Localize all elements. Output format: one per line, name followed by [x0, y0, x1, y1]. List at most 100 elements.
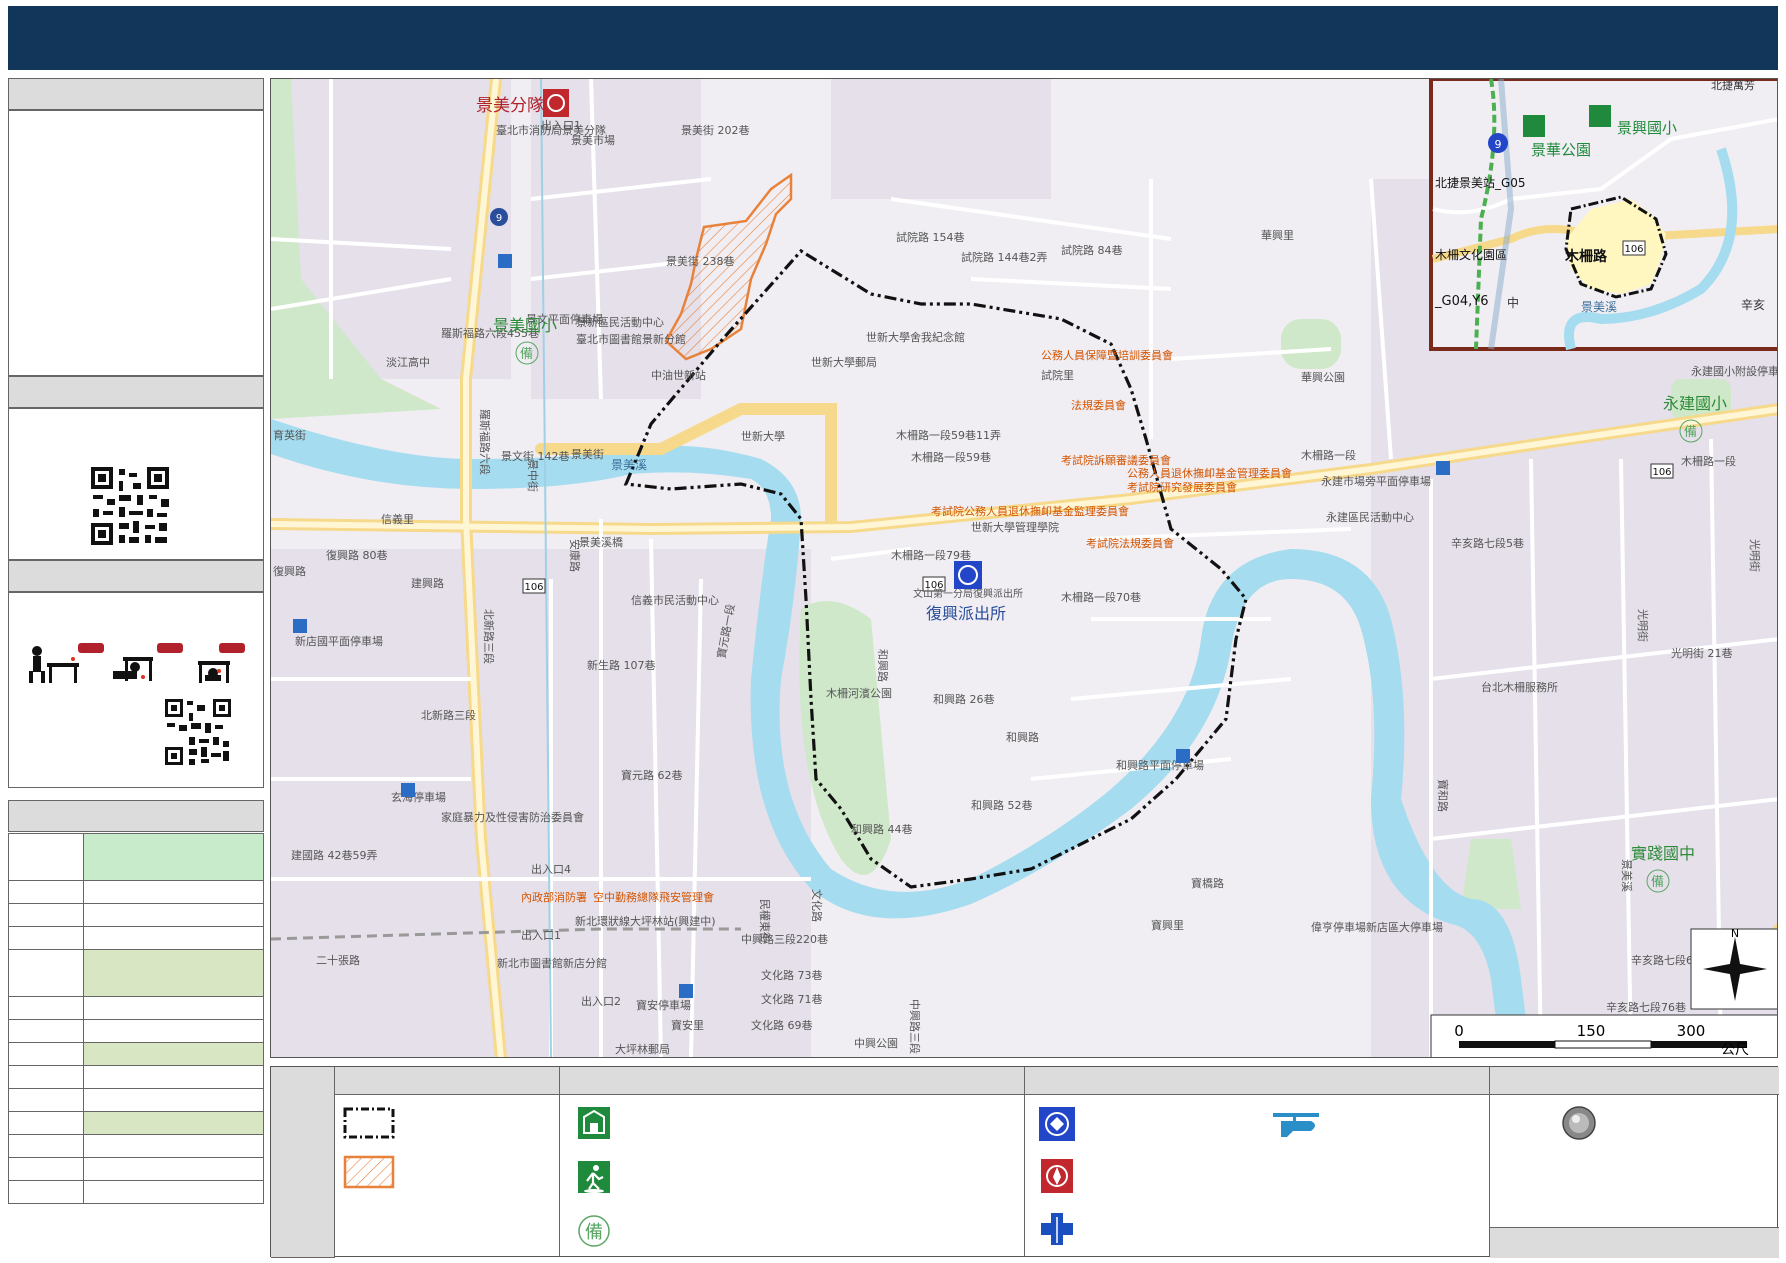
map-label: 世新大學 — [741, 429, 785, 443]
map-label: 試院里 — [1041, 368, 1074, 382]
spare-shelter-label-2: 備 — [1684, 424, 1697, 440]
inset-label: 北捷景美站_G05 — [1435, 176, 1526, 190]
fire-station-label: 景美分隊 — [476, 96, 544, 116]
map-label: 華興里 — [1261, 229, 1294, 242]
map-label: 寶安里 — [671, 1018, 704, 1032]
legend: 備 — [270, 1066, 1779, 1258]
map-label: 景中街 — [526, 459, 540, 492]
map-label: 華興公園 — [1301, 371, 1345, 384]
school-label: 景美國小 — [493, 316, 557, 335]
map-label: 永建區民活動中心 — [1326, 510, 1414, 524]
map-label: 中興路三段 — [908, 999, 922, 1054]
hwy-shield-106c: 106 — [1652, 467, 1671, 478]
shelter-icon — [578, 1107, 610, 1139]
spare-shelter-label: 備 — [520, 346, 533, 362]
fire-station-icon — [1041, 1159, 1073, 1193]
compass-icon: N — [1690, 927, 1777, 1010]
sidebar-header-4 — [8, 800, 264, 832]
boundary-legend-icon — [343, 1107, 395, 1139]
map-label: 新生路 107巷 — [587, 658, 656, 672]
inset-label: 木柵路 — [1564, 248, 1608, 265]
sidebar-header-3 — [8, 560, 264, 592]
table-row — [8, 1065, 84, 1089]
map-label: 偉亨停車場新店區大停車場 — [1311, 920, 1443, 934]
svg-text:備: 備 — [585, 1222, 603, 1243]
table-row — [8, 903, 84, 927]
map-label: 景美街 238巷 — [666, 254, 735, 268]
qr-code-icon[interactable] — [89, 465, 171, 547]
map-label: 建興路 — [411, 576, 444, 590]
map-label: 和興路 — [876, 649, 889, 682]
sidebar-qr-box-1 — [8, 408, 264, 560]
map-label: 育英街 — [273, 428, 306, 442]
fire-station-marker[interactable] — [543, 89, 569, 117]
table-row — [8, 949, 84, 997]
map-label: 北新路三段 — [421, 708, 476, 722]
school-label-yongjian: 永建國小 — [1663, 394, 1727, 413]
spare-shelter-label-3: 備 — [1651, 874, 1664, 890]
map-label: 和興路 52巷 — [971, 799, 1033, 812]
map-label: 試院路 144巷2弄 — [961, 250, 1048, 264]
medical-icon — [1041, 1213, 1073, 1245]
map-label: 中興公園 — [854, 1037, 898, 1050]
map-label: 和興路 26巷 — [933, 693, 995, 706]
map-label: 辛亥路七段5巷 — [1451, 536, 1524, 550]
river-label: 景美溪 — [611, 458, 647, 472]
map-label: 試院路 154巷 — [896, 230, 965, 244]
map-label: 新北環狀線大坪林站(興建中) — [575, 914, 716, 928]
map-label: 世新大學舍我紀念館 — [866, 330, 965, 344]
map-label: 安康路 — [568, 539, 582, 572]
inset-label: 景興國小 — [1617, 119, 1677, 137]
map-label: 大坪林郵局 — [615, 1042, 670, 1056]
map-label: 和興路 44巷 — [851, 823, 913, 836]
table-row — [8, 1019, 84, 1043]
police-station-marker[interactable] — [954, 561, 982, 589]
map-label: 家庭暴力及性侵害防治委員會 — [441, 810, 584, 824]
map-label: 木柵路一段79巷 — [891, 548, 971, 562]
map-label: 新店國平面停車場 — [295, 634, 383, 648]
map-label: 景美溪 — [1620, 859, 1633, 892]
scale-tick-150: 150 — [1577, 1022, 1606, 1040]
inset-label: 景美溪 — [1581, 300, 1617, 314]
title-bar — [8, 6, 1778, 70]
map-label: 考試院公務人員退休撫卹基金監理委員會 — [931, 504, 1129, 518]
inset-label: 景華公園 — [1531, 141, 1591, 159]
helicopter-icon — [1273, 1113, 1319, 1137]
compass-n: N — [1731, 927, 1739, 940]
qr-code-icon-2[interactable] — [163, 697, 233, 767]
table-row — [8, 926, 84, 950]
map-label: 台北木柵服務所 — [1481, 680, 1558, 694]
map-label: 出入口2 — [581, 994, 621, 1008]
inset-map[interactable]: 9 106 景興國小 景華公園 木柵路 北捷景美站_G05 木柵文化園區 _G0… — [1429, 79, 1778, 351]
map-label: 空中勤務總隊飛安管理會 — [593, 890, 714, 904]
map-label: 羅斯福路六段 — [478, 409, 492, 475]
map-label: 世新大學管理學院 — [971, 520, 1059, 534]
table-row — [8, 880, 84, 904]
map-label: 中興路三段220巷 — [741, 932, 828, 946]
map-label: 寶元路 62巷 — [621, 768, 683, 782]
hydrant-point-icon — [1562, 1106, 1596, 1140]
map-label: 公務人員退休撫卹基金管理委員會 — [1127, 466, 1292, 480]
map-label: 景美溪橋 — [579, 535, 623, 549]
sidebar-earthquake-box — [8, 592, 264, 788]
map-label: 考試院研究發展委員會 — [1127, 480, 1237, 494]
scale-bar: 0 150 300 公尺 — [1430, 1014, 1777, 1058]
map-label: 木柵河濱公園 — [826, 686, 892, 700]
scale-unit: 公尺 — [1721, 1042, 1749, 1058]
map-label: 考試院訴願審議委員會 — [1061, 453, 1171, 467]
inset-hwy-9: 9 — [1495, 138, 1502, 151]
inset-label: 中 — [1507, 295, 1519, 310]
map-label: 辛亥路七段76巷 — [1606, 1000, 1686, 1014]
map-label: 木柵路一段70巷 — [1061, 590, 1141, 604]
map-label: 木柵路一段59巷 — [911, 450, 991, 464]
hazard-area-legend-icon — [343, 1155, 395, 1189]
police-station-label: 復興派出所 — [926, 604, 1006, 623]
table-row — [8, 1042, 84, 1066]
police-station-icon — [1039, 1107, 1075, 1141]
map-label: 光明街 21巷 — [1671, 646, 1733, 660]
table-row — [8, 1134, 84, 1158]
map-label: 光明街 — [1748, 539, 1762, 572]
main-map[interactable]: 9 106 106 106 臺北市消防局景美分隊 景美市場 景文平面停車場 景新… — [270, 78, 1778, 1058]
map-label: 景美街 202巷 — [681, 123, 750, 137]
map-label: 永建市場旁平面停車場 — [1321, 474, 1431, 488]
